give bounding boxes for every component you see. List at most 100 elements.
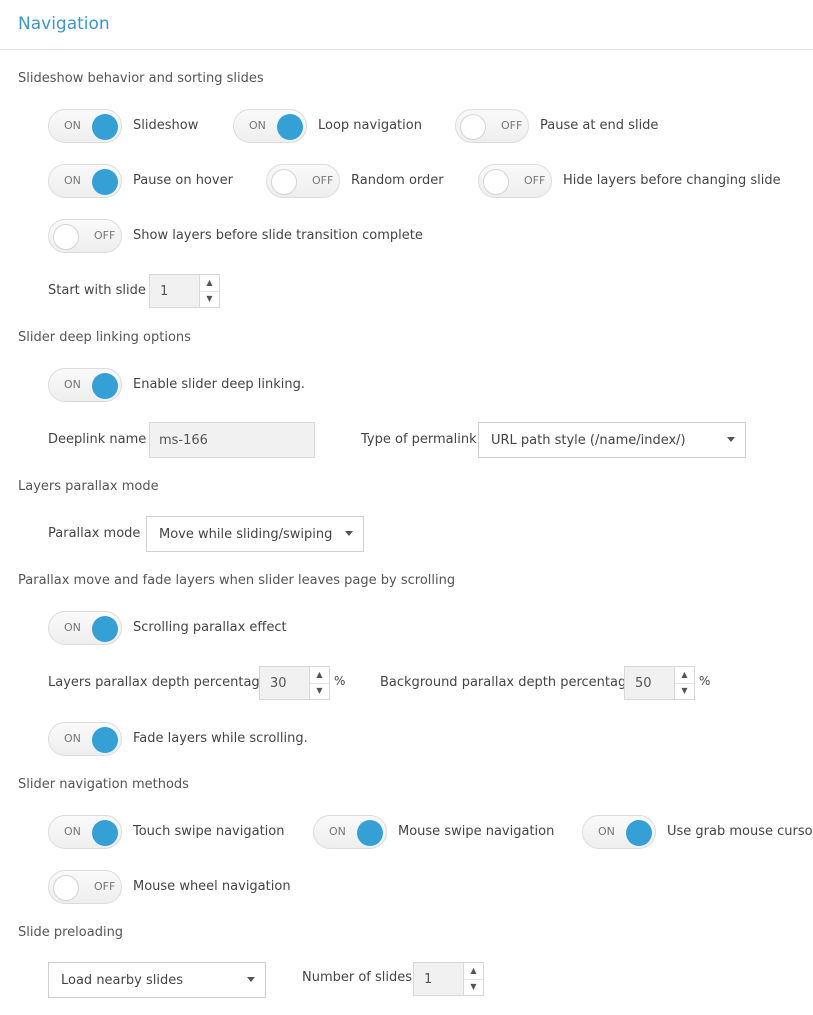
parallax-mode-select[interactable]: Move while sliding/swiping <box>146 516 364 552</box>
layers-depth-label: Layers parallax depth percentage : <box>48 675 277 690</box>
toggle-state-text: ON <box>64 825 81 838</box>
num-slides-spinner[interactable]: 1 ▲ ▼ <box>413 962 484 996</box>
toggle-knob <box>92 114 118 140</box>
loop-navigation-toggle[interactable]: ON <box>233 109 307 143</box>
layers-depth-spinner[interactable]: 30 ▲ ▼ <box>259 666 330 700</box>
hide-layers-label: Hide layers before changing slide <box>563 173 781 188</box>
loop-navigation-label: Loop navigation <box>318 118 422 133</box>
toggle-knob <box>53 224 79 250</box>
preload-mode-select[interactable]: Load nearby slides <box>48 962 266 998</box>
touch-swipe-toggle[interactable]: ON <box>48 815 122 849</box>
toggle-knob <box>92 616 118 642</box>
bg-depth-value: 50 <box>635 676 652 691</box>
section-title-layers-parallax: Layers parallax mode <box>18 479 159 494</box>
spinner-buttons: ▲ ▼ <box>674 667 694 699</box>
spin-up-icon[interactable]: ▲ <box>200 275 219 292</box>
spin-up-icon[interactable]: ▲ <box>675 667 694 684</box>
toggle-knob <box>92 373 118 399</box>
spin-down-icon[interactable]: ▼ <box>310 683 329 699</box>
page-title: Navigation <box>18 14 110 34</box>
toggle-state-text: ON <box>64 732 81 745</box>
start-slide-value: 1 <box>160 284 169 299</box>
touch-swipe-label: Touch swipe navigation <box>133 824 285 839</box>
scroll-parallax-label: Scrolling parallax effect <box>133 620 287 635</box>
permalink-select[interactable]: URL path style (/name/index/) <box>478 422 746 458</box>
start-slide-label: Start with slide : <box>48 283 155 298</box>
chevron-down-icon <box>727 437 735 442</box>
toggle-knob <box>92 169 118 195</box>
spin-up-icon[interactable]: ▲ <box>310 667 329 684</box>
slideshow-label: Slideshow <box>133 118 199 133</box>
toggle-knob <box>271 169 297 195</box>
toggle-knob <box>626 820 652 846</box>
section-title-deeplink: Slider deep linking options <box>18 330 191 345</box>
random-order-toggle[interactable]: OFF <box>266 164 340 198</box>
show-layers-toggle[interactable]: OFF <box>48 219 122 253</box>
toggle-state-text: ON <box>64 378 81 391</box>
parallax-mode-value: Move while sliding/swiping <box>159 527 333 542</box>
spinner-buttons: ▲ ▼ <box>463 963 483 995</box>
bg-depth-spinner[interactable]: 50 ▲ ▼ <box>624 666 695 700</box>
mouse-wheel-label: Mouse wheel navigation <box>133 879 291 894</box>
parallax-mode-label: Parallax mode : <box>48 526 149 541</box>
toggle-state-text: ON <box>64 119 81 132</box>
section-title-scroll-parallax: Parallax move and fade layers when slide… <box>18 573 456 588</box>
show-layers-label: Show layers before slide transition comp… <box>133 228 423 243</box>
spinner-buttons: ▲ ▼ <box>309 667 329 699</box>
spinner-buttons: ▲ ▼ <box>199 275 219 307</box>
deeplink-toggle[interactable]: ON <box>48 368 122 402</box>
pause-end-slide-label: Pause at end slide <box>540 118 659 133</box>
chevron-down-icon <box>345 531 353 536</box>
mouse-wheel-toggle[interactable]: OFF <box>48 870 122 904</box>
toggle-knob <box>460 114 486 140</box>
pause-end-slide-toggle[interactable]: OFF <box>455 109 529 143</box>
toggle-knob <box>92 727 118 753</box>
spin-down-icon[interactable]: ▼ <box>675 683 694 699</box>
toggle-state-text: ON <box>64 621 81 634</box>
toggle-knob <box>357 820 383 846</box>
deeplink-name-label: Deeplink name : <box>48 432 155 447</box>
section-title-nav-methods: Slider navigation methods <box>18 777 189 792</box>
section-title-preloading: Slide preloading <box>18 925 124 940</box>
fade-layers-toggle[interactable]: ON <box>48 722 122 756</box>
spin-down-icon[interactable]: ▼ <box>200 291 219 307</box>
preload-mode-value: Load nearby slides <box>61 973 183 988</box>
mouse-swipe-toggle[interactable]: ON <box>313 815 387 849</box>
bg-depth-unit: % <box>699 674 711 688</box>
toggle-knob <box>277 114 303 140</box>
permalink-value: URL path style (/name/index/) <box>491 433 686 448</box>
toggle-state-text: ON <box>329 825 346 838</box>
toggle-state-text: ON <box>249 119 266 132</box>
num-slides-label: Number of slides : <box>302 970 421 985</box>
toggle-knob <box>92 820 118 846</box>
grab-cursor-toggle[interactable]: ON <box>582 815 656 849</box>
toggle-knob <box>53 875 79 901</box>
start-slide-spinner[interactable]: 1 ▲ ▼ <box>149 274 220 308</box>
pause-hover-toggle[interactable]: ON <box>48 164 122 198</box>
toggle-state-text: OFF <box>94 880 116 893</box>
bg-depth-label: Background parallax depth percentage : <box>380 675 643 690</box>
permalink-label: Type of permalink: <box>361 432 482 447</box>
chevron-down-icon <box>247 977 255 982</box>
deeplink-name-value: ms-166 <box>159 433 208 448</box>
toggle-state-text: OFF <box>501 119 523 132</box>
toggle-state-text: OFF <box>94 229 116 242</box>
scroll-parallax-toggle[interactable]: ON <box>48 611 122 645</box>
toggle-state-text: OFF <box>524 174 546 187</box>
hide-layers-toggle[interactable]: OFF <box>478 164 552 198</box>
deeplink-name-input[interactable]: ms-166 <box>149 422 315 458</box>
page-header: Navigation <box>0 0 813 50</box>
spin-down-icon[interactable]: ▼ <box>464 979 483 995</box>
toggle-state-text: ON <box>64 174 81 187</box>
toggle-state-text: OFF <box>312 174 334 187</box>
num-slides-value: 1 <box>424 972 433 987</box>
slideshow-toggle[interactable]: ON <box>48 109 122 143</box>
fade-layers-label: Fade layers while scrolling. <box>133 731 308 746</box>
layers-depth-value: 30 <box>270 676 287 691</box>
deeplink-label: Enable slider deep linking. <box>133 377 305 392</box>
grab-cursor-label: Use grab mouse cursor <box>667 824 813 839</box>
toggle-knob <box>483 169 509 195</box>
random-order-label: Random order <box>351 173 444 188</box>
spin-up-icon[interactable]: ▲ <box>464 963 483 980</box>
pause-hover-label: Pause on hover <box>133 173 233 188</box>
